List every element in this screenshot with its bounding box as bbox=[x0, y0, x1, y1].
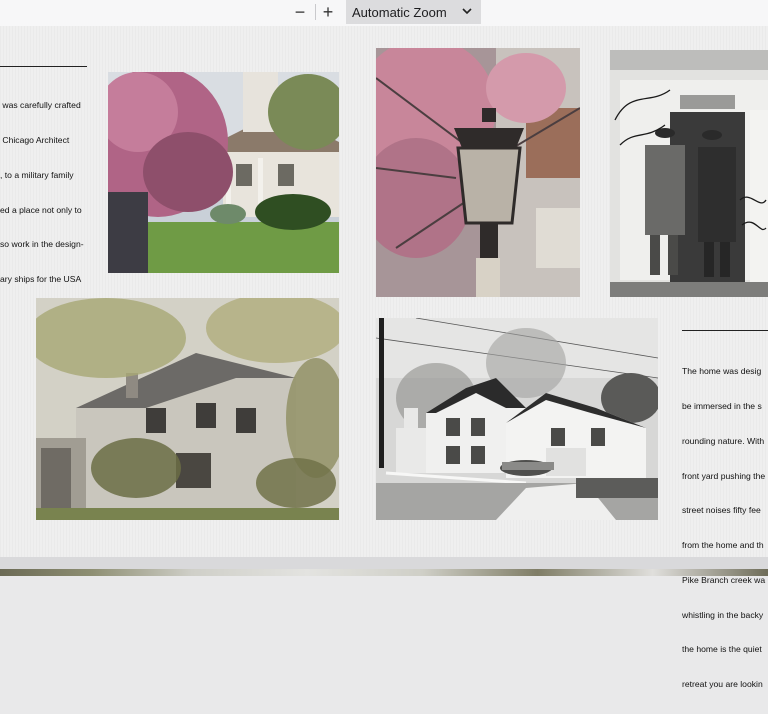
text-line: was carefully crafted bbox=[0, 100, 81, 111]
plus-icon: + bbox=[322, 2, 334, 22]
text-line: Pike Branch creek wa bbox=[682, 574, 766, 585]
text-line: so work in the design- bbox=[0, 239, 84, 250]
chevron-down-icon bbox=[462, 8, 472, 15]
photo-two-men bbox=[610, 50, 768, 297]
text-line: The home was desig bbox=[682, 366, 762, 377]
text-line: whistling in the backy bbox=[682, 609, 764, 620]
text-line: , to a military family bbox=[0, 169, 74, 180]
next-page-peek bbox=[0, 557, 768, 576]
text-line: street noises fifty fee bbox=[682, 505, 761, 516]
photo-lamp-post bbox=[376, 48, 580, 297]
photo-house-spring bbox=[108, 72, 339, 273]
text-rule-right bbox=[682, 330, 768, 331]
next-page-thumbnail bbox=[0, 569, 768, 576]
text-block-left: was carefully crafted Chicago Architect … bbox=[0, 77, 90, 309]
text-line: the home is the quiet bbox=[682, 644, 762, 655]
document-page: was carefully crafted Chicago Architect … bbox=[0, 26, 768, 689]
text-line: be immersed in the s bbox=[682, 400, 762, 411]
text-line: front yard pushing the bbox=[682, 470, 766, 481]
photo-house-faded bbox=[36, 298, 339, 520]
zoom-in-button[interactable]: + bbox=[316, 1, 340, 23]
zoom-out-button[interactable]: − bbox=[288, 1, 312, 23]
minus-icon: − bbox=[294, 2, 306, 22]
zoom-select[interactable]: Automatic Zoom bbox=[346, 0, 481, 24]
zoom-select-value: Automatic Zoom bbox=[352, 4, 447, 20]
photo-houses-bw bbox=[376, 318, 658, 520]
text-line: ary ships for the USA bbox=[0, 274, 82, 285]
text-line: retreat you are lookin bbox=[682, 679, 763, 690]
text-block-right: The home was desig be immersed in the s … bbox=[682, 343, 768, 714]
text-line: ed a place not only to bbox=[0, 204, 82, 215]
viewer-toolbar: − + Automatic Zoom bbox=[0, 0, 768, 27]
text-line: rounding nature. With bbox=[682, 435, 765, 446]
text-rule-left bbox=[0, 66, 87, 67]
text-line: Chicago Architect bbox=[0, 134, 70, 145]
text-line: from the home and th bbox=[682, 540, 764, 551]
